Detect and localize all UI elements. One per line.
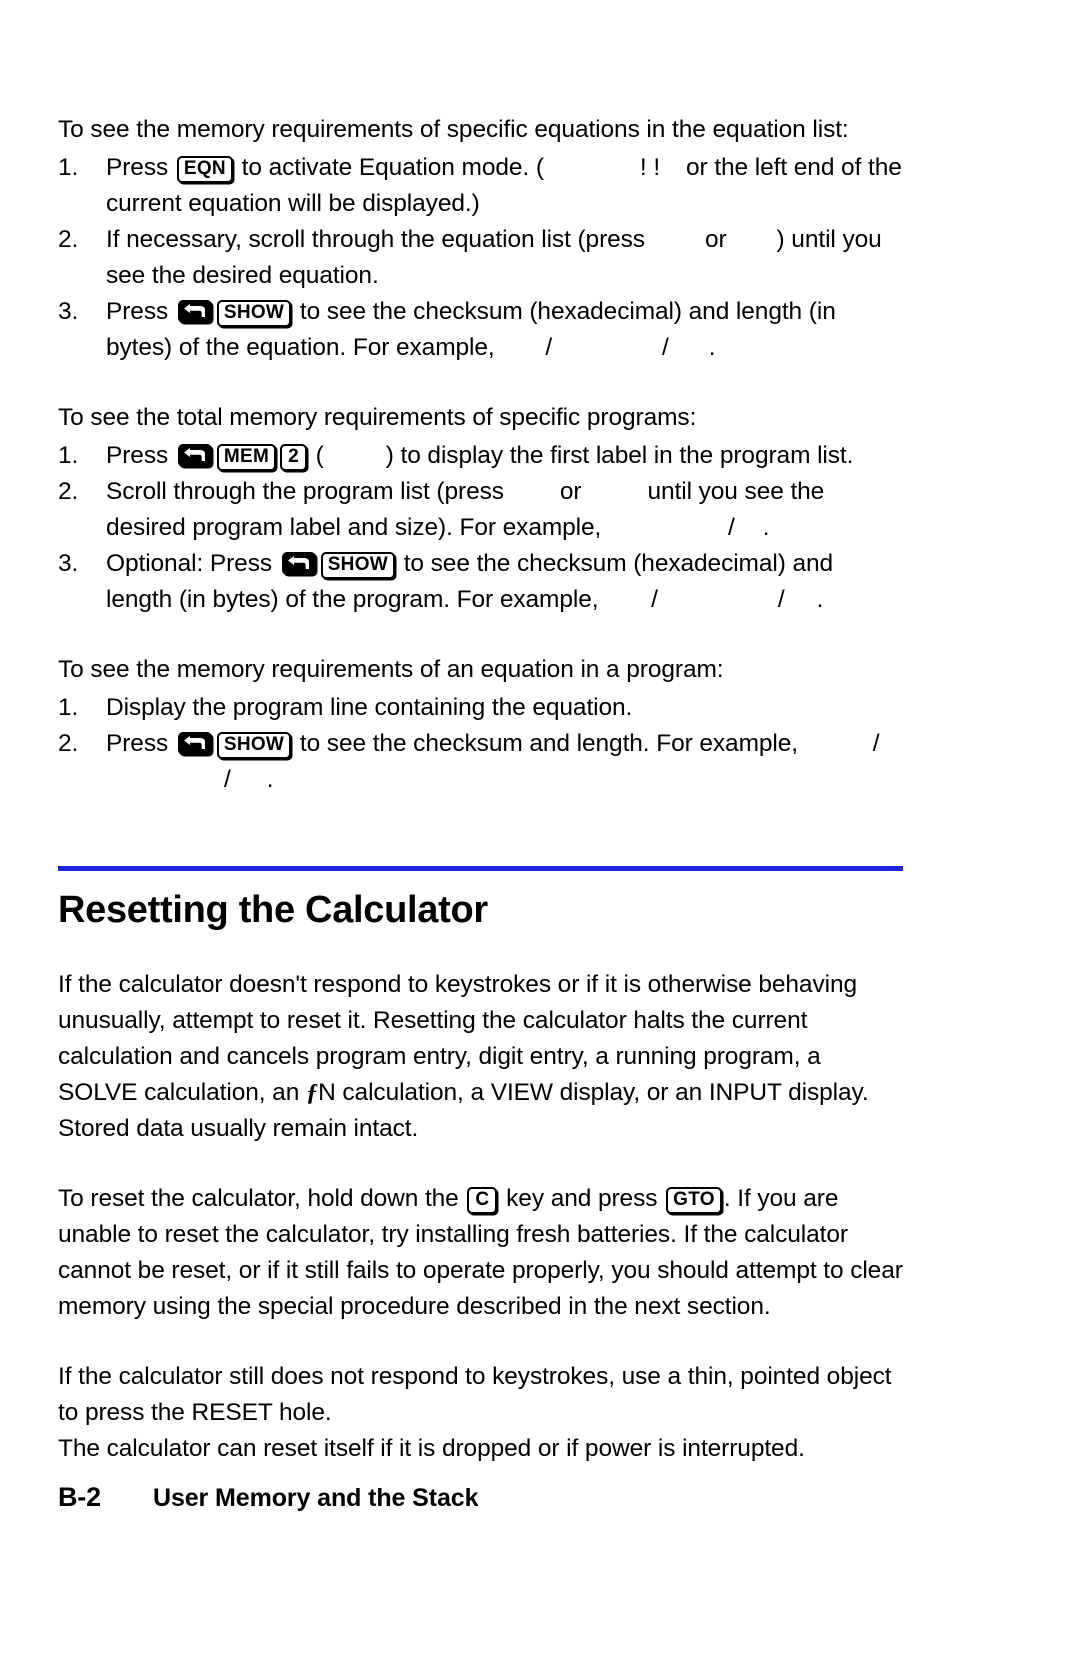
fn-integral-glyph: ƒ xyxy=(305,1079,319,1106)
key-show[interactable]: SHOW xyxy=(216,732,292,759)
step-number: 2. xyxy=(58,226,79,253)
key-show[interactable]: SHOW xyxy=(320,552,396,579)
shift-key-icon[interactable] xyxy=(177,300,212,323)
step-text: Press SHOW to see the checksum and lengt… xyxy=(106,730,880,793)
key-2[interactable]: 2 xyxy=(280,444,307,471)
step-text: Press EQN to activate Equation mode. (! … xyxy=(106,154,902,217)
section-divider-rule xyxy=(58,866,903,871)
shift-key-icon[interactable] xyxy=(177,444,212,467)
step-text: Press MEM 2 () to display the first label… xyxy=(106,442,854,471)
programs-lead-text: To see the total memory requirements of … xyxy=(58,404,697,431)
equation-in-program-lead-text: To see the memory requirements of an equ… xyxy=(58,656,724,683)
step-number: 3. xyxy=(58,298,79,325)
reset-paragraph-2-text-a: To reset the calculator, hold down the xyxy=(58,1185,466,1212)
shift-key-icon[interactable] xyxy=(281,552,316,575)
step-number: 1. xyxy=(58,442,79,469)
step-text: Press SHOW to see the checksum (hexadeci… xyxy=(106,298,836,361)
list-item: 1. Display the program line containing th… xyxy=(58,690,903,726)
reset-paragraph-1: If the calculator doesn't respond to key… xyxy=(58,967,903,1147)
footer-page-number: B-2 xyxy=(58,1482,101,1512)
shift-key-icon[interactable] xyxy=(177,732,212,755)
list-item: 3. Optional: Press SHOW to see the checks… xyxy=(58,546,903,618)
equation-in-program-step-list: 1. Display the program line containing th… xyxy=(58,690,903,798)
footer-section-title: User Memory and the Stack xyxy=(153,1484,479,1512)
list-item: 2. Scroll through the program list (press… xyxy=(58,474,903,546)
shift-arrow-icon xyxy=(287,556,309,569)
reset-paragraph-4: The calculator can reset itself if it is… xyxy=(58,1435,805,1462)
key-c[interactable]: C xyxy=(467,1187,498,1214)
list-item: 1. Press EQN to activate Equation mode. (… xyxy=(58,150,903,222)
step-number: 2. xyxy=(58,478,79,505)
equations-step-list: 1. Press EQN to activate Equation mode. (… xyxy=(58,150,903,366)
step-number: 3. xyxy=(58,550,79,577)
list-item: 2. If necessary, scroll through the equat… xyxy=(58,222,903,294)
list-item: 3. Press SHOW to see the checksum (hexade… xyxy=(58,294,903,366)
list-item: 2. Press SHOW to see the checksum and len… xyxy=(58,726,903,798)
shift-arrow-icon xyxy=(183,304,205,317)
shift-arrow-icon xyxy=(183,448,205,461)
step-number: 1. xyxy=(58,154,79,181)
step-text: If necessary, scroll through the equatio… xyxy=(106,226,882,289)
step-text: Scroll through the program list (press or… xyxy=(106,478,825,541)
shift-arrow-icon xyxy=(183,736,205,749)
step-text: Optional: Press SHOW to see the checksum… xyxy=(106,550,834,613)
page-title: Resetting the Calculator xyxy=(58,889,488,931)
list-item: 1. Press MEM 2 () to display the first lab… xyxy=(58,438,903,474)
manual-page: To see the memory requirements of specif… xyxy=(0,0,1080,1673)
step-text: Display the program line containing the … xyxy=(106,694,633,721)
key-mem[interactable]: MEM xyxy=(216,444,277,471)
key-show[interactable]: SHOW xyxy=(216,300,292,327)
reset-paragraph-2: To reset the calculator, hold down the C… xyxy=(58,1181,903,1325)
page-content: To see the memory requirements of specif… xyxy=(58,112,903,1467)
reset-paragraph-3: If the calculator still does not respond… xyxy=(58,1363,892,1426)
key-eqn[interactable]: EQN xyxy=(176,156,233,183)
step-number: 1. xyxy=(58,694,79,721)
step-number: 2. xyxy=(58,730,79,757)
page-footer: B-2 User Memory and the Stack xyxy=(58,1482,958,1513)
reset-paragraph-2-text-b: key and press xyxy=(499,1185,665,1212)
programs-step-list: 1. Press MEM 2 () to display the first lab… xyxy=(58,438,903,618)
key-gto[interactable]: GTO xyxy=(666,1187,722,1214)
equations-lead-text: To see the memory requirements of specif… xyxy=(58,116,849,143)
